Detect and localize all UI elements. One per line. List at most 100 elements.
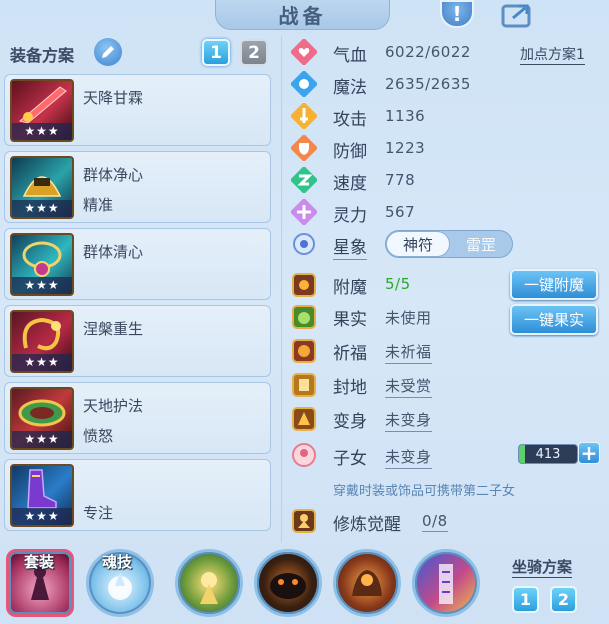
star-image-icon xyxy=(290,230,318,258)
attr-label-attack: 攻击 xyxy=(333,110,367,130)
star-image-option-shenfu[interactable]: 神符 xyxy=(386,231,450,257)
attr-value-defense: 1223 xyxy=(385,139,426,157)
title-banner: 战备 xyxy=(215,0,390,30)
equipment-skill-name: 涅槃重生 xyxy=(83,320,144,338)
cultivation-label: 修炼觉醒 xyxy=(333,515,401,535)
equipment-skill-name: 群体净心 xyxy=(83,166,144,184)
star-rating: ★★★ xyxy=(12,431,72,448)
enhance-value-transform[interactable]: 未变身 xyxy=(385,409,432,432)
attr-label-spirit: 灵力 xyxy=(333,206,367,226)
column-divider xyxy=(281,36,282,542)
page-title: 战备 xyxy=(278,4,327,28)
enhance-label-blessing: 祈福 xyxy=(333,344,367,364)
enhance-value-blessing[interactable]: 未祈福 xyxy=(385,341,432,364)
equipment-skill-name: 群体清心 xyxy=(83,243,144,261)
dark-beast-skill-button[interactable] xyxy=(254,549,322,617)
equipment-slot-necklace[interactable]: ★★★ 群体清心 xyxy=(4,228,271,300)
mount-tab-1[interactable]: 1 xyxy=(512,586,539,613)
star-rating: ★★★ xyxy=(12,508,72,525)
enhance-label-fief: 封地 xyxy=(333,378,367,398)
heart-icon xyxy=(290,38,318,66)
sword-icon xyxy=(290,102,318,130)
attr-value-spirit: 567 xyxy=(385,203,416,221)
enhance-label-fruit: 果实 xyxy=(333,310,367,330)
belt-icon: ★★★ xyxy=(10,387,74,450)
enhance-value-fruit: 未使用 xyxy=(385,309,432,327)
add-point-plan-link[interactable]: 加点方案1 xyxy=(520,44,585,65)
share-button[interactable] xyxy=(497,0,537,28)
rune-pillar-icon xyxy=(439,564,453,604)
attr-value-mp: 2635/2635 xyxy=(385,75,471,93)
fruit-icon xyxy=(290,303,318,331)
red-blade-icon: ★★★ xyxy=(10,79,74,142)
child-exp-value: 413 xyxy=(535,446,561,462)
child-add-button[interactable]: + xyxy=(578,442,600,464)
shield-icon xyxy=(290,134,318,162)
star-rating: ★★★ xyxy=(12,200,72,217)
attr-label-hp: 气血 xyxy=(333,46,367,66)
plus-icon: + xyxy=(580,441,598,465)
equipment-special-effect: 专注 xyxy=(83,504,114,522)
one-click-enchant-button[interactable]: 一键附魔 xyxy=(510,269,598,300)
suit-skill-label: 套装 xyxy=(24,553,55,571)
star-rating: ★★★ xyxy=(12,277,72,294)
equipment-slot-ring[interactable]: ★★★ 涅槃重生 xyxy=(4,305,271,377)
equipment-slot-weapon[interactable]: ★★★ 天降甘霖 xyxy=(4,74,271,146)
dark-beast-icon xyxy=(270,573,306,599)
equipment-special-effect: 精准 xyxy=(83,196,114,214)
enhance-value-child[interactable]: 未变身 xyxy=(385,446,432,469)
attr-label-speed: 速度 xyxy=(333,174,367,194)
enhance-label-enchant: 附魔 xyxy=(333,278,367,298)
share-icon xyxy=(501,4,531,28)
rune-pillar-skill-button[interactable] xyxy=(412,549,480,617)
star-image-label: 星象 xyxy=(333,233,367,260)
spirit-icon xyxy=(290,198,318,226)
flame-beast-skill-button[interactable] xyxy=(333,549,401,617)
jade-necklace-icon: ★★★ xyxy=(10,233,74,296)
boots-icon: ★★★ xyxy=(10,464,74,527)
enchant-icon xyxy=(290,271,318,299)
fief-icon xyxy=(290,371,318,399)
equipment-slot-helmet[interactable]: ★★★ 群体净心 精准 xyxy=(4,151,271,223)
one-click-fruit-button[interactable]: 一键果实 xyxy=(510,304,598,335)
cultivation-value[interactable]: 0/8 xyxy=(422,512,448,532)
equipment-plan-label: 装备方案 xyxy=(10,46,75,65)
edit-pen-icon[interactable] xyxy=(94,38,122,66)
attr-label-defense: 防御 xyxy=(333,142,367,162)
mount-plan-label: 坐骑方案 xyxy=(512,558,573,578)
child-exp-bar: 413 xyxy=(518,444,578,464)
attr-value-speed: 778 xyxy=(385,171,416,189)
gold-ring-icon: ★★★ xyxy=(10,310,74,373)
star-image-option-leigang[interactable]: 雷罡 xyxy=(450,231,512,257)
attr-label-mp: 魔法 xyxy=(333,78,367,98)
plan-tab-2[interactable]: 2 xyxy=(240,39,268,66)
alert-button[interactable]: ! xyxy=(440,0,474,28)
child-icon xyxy=(290,441,318,469)
mana-icon xyxy=(290,70,318,98)
star-rating: ★★★ xyxy=(12,354,72,371)
speed-icon xyxy=(290,166,318,194)
equipment-slot-boots[interactable]: ★★★ 专注 xyxy=(4,459,271,531)
transform-icon xyxy=(290,405,318,433)
mount-tab-2[interactable]: 2 xyxy=(550,586,577,613)
enhance-label-child: 子女 xyxy=(333,449,367,469)
attr-value-attack: 1136 xyxy=(385,107,426,125)
enhance-label-transform: 变身 xyxy=(333,412,367,432)
flame-beast-icon xyxy=(352,570,382,596)
star-rating: ★★★ xyxy=(12,123,72,140)
star-image-toggle[interactable]: 神符 雷罡 xyxy=(385,230,513,258)
cultivation-icon xyxy=(290,507,318,535)
equipment-skill-name: 天地护法 xyxy=(83,397,144,415)
attr-value-hp: 6022/6022 xyxy=(385,43,471,61)
blessing-icon xyxy=(290,337,318,365)
second-child-hint: 穿戴时装或饰品可携带第二子女 xyxy=(333,484,516,499)
enhance-value-fief[interactable]: 未受赏 xyxy=(385,375,432,398)
equipment-special-effect: 愤怒 xyxy=(83,427,114,445)
soul-skill-label: 魂技 xyxy=(102,553,133,571)
exclamation-icon: ! xyxy=(452,2,462,26)
equipment-slot-belt[interactable]: ★★★ 天地护法 愤怒 xyxy=(4,382,271,454)
golden-helm-icon: ★★★ xyxy=(10,156,74,219)
golden-light-skill-button[interactable] xyxy=(175,549,243,617)
plan-tab-1[interactable]: 1 xyxy=(202,39,230,66)
enhance-value-enchant: 5/5 xyxy=(385,275,411,293)
